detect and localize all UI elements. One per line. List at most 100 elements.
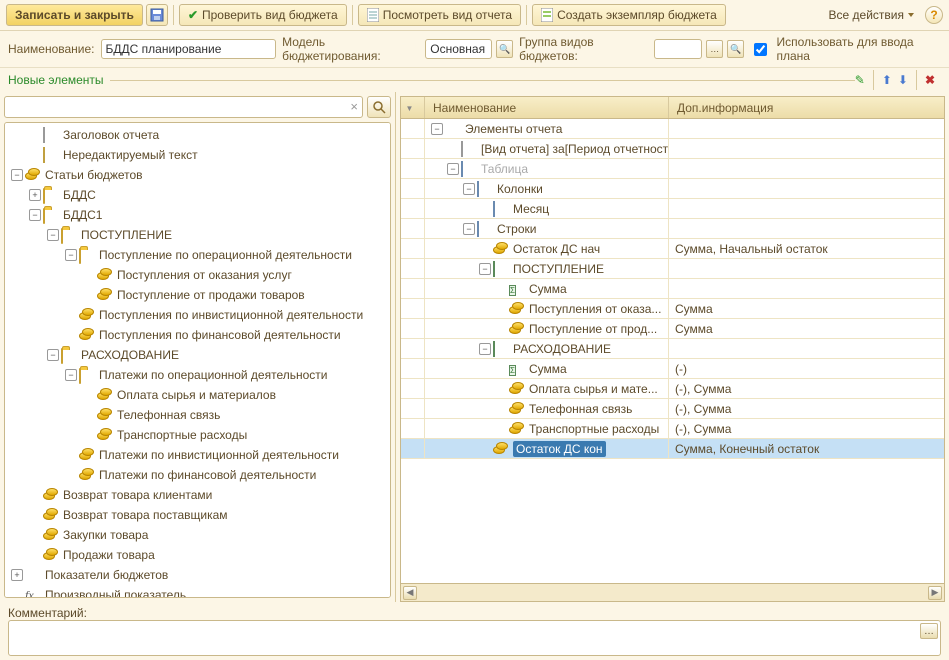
model-input[interactable]: Основная [425,39,492,59]
tree-item[interactable]: +БДДС [5,185,390,205]
expand-icon[interactable]: − [463,223,475,235]
clear-icon[interactable]: × [350,99,358,114]
info-column-header[interactable]: Доп.информация [669,97,944,118]
tree-item[interactable]: Оплата сырья и материалов [5,385,390,405]
tree-item[interactable]: Платежи по финансовой деятельности [5,465,390,485]
tree-item-label: Закупки товара [63,528,148,542]
tree-item[interactable]: Нередактируемый текст [5,145,390,165]
tree-item[interactable]: fxПроизводный показатель [5,585,390,598]
grid-row[interactable]: Поступления от оказа...Сумма [401,299,944,319]
grid-row[interactable]: Оплата сырья и мате...(-), Сумма [401,379,944,399]
search-button[interactable] [367,96,391,118]
tree-item-label: Оплата сырья и материалов [117,388,276,402]
grid-row[interactable]: −ПОСТУПЛЕНИЕ [401,259,944,279]
tree-item[interactable]: −РАСХОДОВАНИЕ [5,345,390,365]
grid-row[interactable]: −РАСХОДОВАНИЕ [401,339,944,359]
expand-icon[interactable]: + [29,189,41,201]
scroll-left-icon[interactable]: ◀ [403,586,417,600]
tree-item[interactable]: Поступления по финансовой деятельности [5,325,390,345]
expand-icon[interactable]: − [47,229,59,241]
name-column-header[interactable]: Наименование [425,97,669,118]
tree-item-label: Поступление по операционной деятельности [99,248,352,262]
tree-item-label: Нередактируемый текст [63,148,198,162]
tree-item[interactable]: Поступления от оказания услуг [5,265,390,285]
tree-item[interactable]: Возврат товара поставщикам [5,505,390,525]
grid-row[interactable]: Остаток ДС конСумма, Конечный остаток [401,439,944,459]
expand-icon[interactable]: − [479,263,491,275]
grid-info-cell: (-), Сумма [669,419,944,438]
use-for-plan-checkbox[interactable] [754,43,767,56]
grid-info-cell: Сумма [669,299,944,318]
grid-row[interactable]: Остаток ДС начСумма, Начальный остаток [401,239,944,259]
separator [916,70,917,90]
grid-row[interactable]: ΣСумма(-) [401,359,944,379]
tree-item[interactable]: Закупки товара [5,525,390,545]
horizontal-scrollbar[interactable]: ◀ ▶ [400,584,945,602]
help-button[interactable]: ? [925,6,943,24]
expand-icon[interactable]: − [47,349,59,361]
tree-item[interactable]: Поступление от продажи товаров [5,285,390,305]
name-input[interactable] [101,39,277,59]
tree-item[interactable]: Заголовок отчета [5,125,390,145]
move-down-icon[interactable]: ⬇ [898,73,908,87]
grid-row[interactable]: ΣСумма [401,279,944,299]
grid-row[interactable]: −Колонки [401,179,944,199]
comment-input[interactable]: … [8,620,941,656]
tree-item[interactable]: −ПОСТУПЛЕНИЕ [5,225,390,245]
tree-item-label: Заголовок отчета [63,128,159,142]
tree-item[interactable]: Транспортные расходы [5,425,390,445]
all-actions-button[interactable]: Все действия [821,4,922,26]
delete-icon[interactable]: ✖ [925,73,935,87]
comment-section: Комментарий: … [0,602,949,660]
expand-icon[interactable]: + [11,569,23,581]
expand-icon[interactable]: − [447,163,459,175]
model-picker-button[interactable]: 🔍 [496,40,513,58]
grid-row[interactable]: −Элементы отчета [401,119,944,139]
grid-row[interactable]: [Вид отчета] за[Период отчетности] [401,139,944,159]
grid-row[interactable]: Телефонная связь(-), Сумма [401,399,944,419]
grid-row[interactable]: Транспортные расходы(-), Сумма [401,419,944,439]
expand-icon[interactable]: − [65,369,77,381]
tree-item[interactable]: +Показатели бюджетов [5,565,390,585]
search-input[interactable]: × [4,96,363,118]
edit-icon[interactable]: ✎ [855,73,865,87]
expand-icon[interactable]: − [479,343,491,355]
expand-icon[interactable]: − [29,209,41,221]
section-header: Новые элементы ✎ ⬆ ⬇ ✖ [0,68,949,92]
filter-header-cell[interactable] [401,97,425,118]
expand-icon[interactable]: − [11,169,23,181]
grid-row[interactable]: Поступление от прод...Сумма [401,319,944,339]
elements-tree[interactable]: Заголовок отчета Нередактируемый текст −Ст… [4,122,391,598]
group-input[interactable] [654,39,702,59]
tree-item[interactable]: −БДДС1 [5,205,390,225]
tree-item[interactable]: −Платежи по операционной деятельности [5,365,390,385]
view-report-button[interactable]: Посмотреть вид отчета [358,4,521,26]
save-button[interactable] [146,4,168,26]
verify-button[interactable]: ✔Проверить вид бюджета [179,4,347,26]
grid-info-cell: Сумма [669,319,944,338]
tree-item[interactable]: Платежи по инвистиционной деятельности [5,445,390,465]
group-dots-button[interactable]: … [706,40,723,58]
tree-item[interactable]: Продажи товара [5,545,390,565]
grid-row[interactable]: Месяц [401,199,944,219]
tree-item[interactable]: Телефонная связь [5,405,390,425]
right-pane: Наименование Доп.информация −Элементы от… [396,92,949,602]
use-for-plan-label: Использовать для ввода плана [776,35,941,63]
comment-expand-button[interactable]: … [920,623,938,639]
scroll-right-icon[interactable]: ▶ [928,586,942,600]
grid-row[interactable]: −Таблица [401,159,944,179]
structure-grid[interactable]: −Элементы отчета[Вид отчета] за[Период о… [400,118,945,584]
create-instance-button[interactable]: Создать экземпляр бюджета [532,4,726,26]
move-up-icon[interactable]: ⬆ [882,73,892,87]
tree-item[interactable]: −Статьи бюджетов [5,165,390,185]
grid-row[interactable]: −Строки [401,219,944,239]
expand-icon[interactable]: − [65,249,77,261]
group-picker-button[interactable]: 🔍 [727,40,744,58]
expand-icon[interactable]: − [463,183,475,195]
document-icon [541,8,553,22]
tree-item[interactable]: Поступления по инвистиционной деятельнос… [5,305,390,325]
expand-icon[interactable]: − [431,123,443,135]
tree-item[interactable]: Возврат товара клиентами [5,485,390,505]
save-close-button[interactable]: Записать и закрыть [6,4,143,26]
tree-item[interactable]: − Поступление по операционной деятельност… [5,245,390,265]
